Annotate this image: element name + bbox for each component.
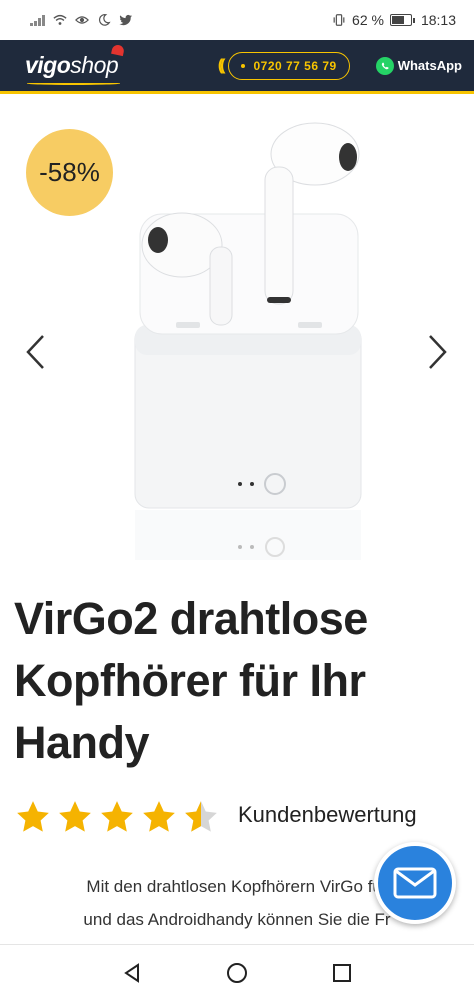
product-title: VirGo2 drahtlose Kopfhörer für Ihr Handy [14,593,368,768]
star-full-icon [17,801,49,832]
clock: 18:13 [420,12,456,28]
chevron-left-icon [26,335,44,369]
vigoshop-logo[interactable]: vigoshop [25,43,126,85]
twitter-icon [118,14,132,26]
home-icon[interactable] [225,961,249,985]
discount-text: -58% [39,157,100,187]
phone-contact[interactable]: (( 0720 77 56 79 [217,51,350,80]
mail-icon [393,867,437,899]
gallery-prev-button[interactable] [22,330,48,374]
vibrate-icon [333,14,345,26]
phone-ringing-icon: (( [217,56,225,74]
status-bar-right: 62 % 18:13 [332,12,456,28]
site-header: vigoshop (( 0720 77 56 79 WhatsApp [0,40,474,94]
eye-icon [74,16,89,24]
star-full-icon [59,801,91,832]
status-bar: 62 % 18:13 [0,0,474,40]
logo-swoosh [27,82,121,85]
back-icon[interactable] [121,962,143,984]
chevron-right-icon [429,335,447,369]
phone-dot-icon [241,63,246,68]
star-full-icon [143,801,175,832]
contact-mail-button[interactable] [374,842,456,924]
discount-badge: -58% [26,129,113,216]
signal-icon [30,14,45,26]
whatsapp-button[interactable]: WhatsApp [375,56,462,75]
rating-label[interactable]: Kundenbewertung [238,802,417,828]
phone-number-button[interactable]: 0720 77 56 79 [228,51,350,80]
santa-hat-icon [111,43,126,57]
system-nav-bar [0,944,474,1000]
gallery-next-button[interactable] [425,330,451,374]
status-bar-left [30,13,133,27]
recents-icon[interactable] [331,962,353,984]
star-full-icon [101,801,133,832]
battery-percent: 62 % [352,12,384,28]
moon-icon [98,14,111,26]
wifi-icon [52,14,67,25]
logo-text-secondary: shop [70,52,119,78]
whatsapp-label: WhatsApp [397,58,462,73]
phone-number: 0720 77 56 79 [253,58,337,73]
whatsapp-icon [375,56,394,75]
battery-icon [389,14,415,26]
logo-text-primary: vigo [25,52,71,78]
star-half-icon [185,801,217,832]
star-rating[interactable] [14,798,220,836]
